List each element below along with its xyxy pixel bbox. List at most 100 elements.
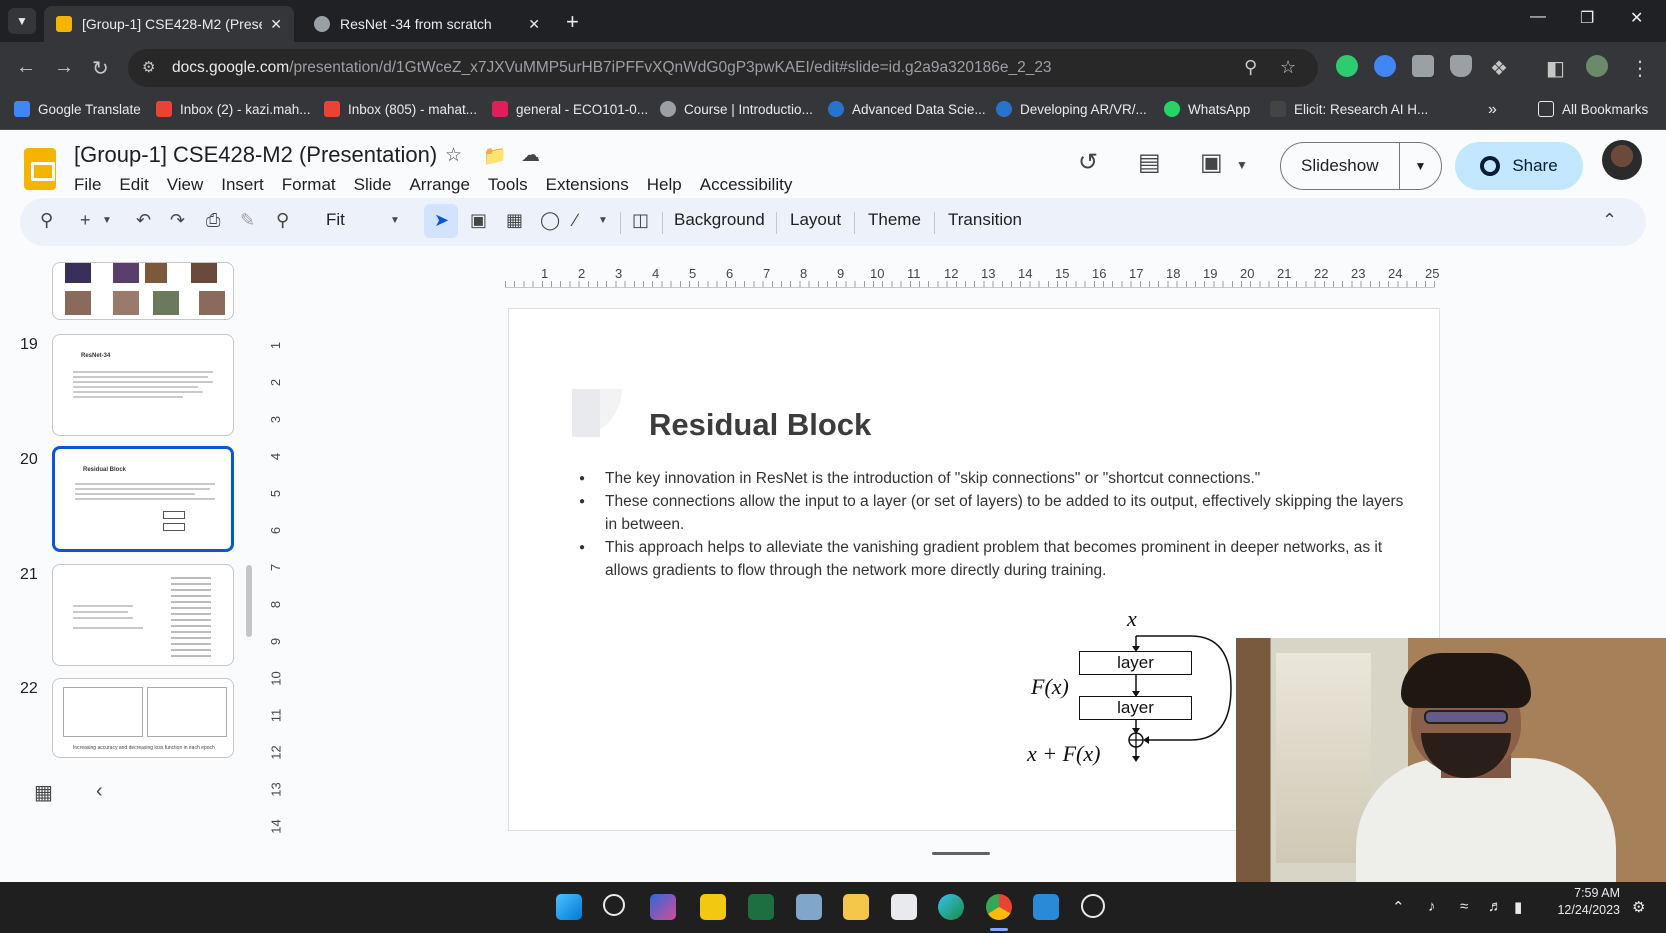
grammarly-icon[interactable] [1336,55,1358,77]
document-title[interactable]: [Group-1] CSE428-M2 (Presentation) [74,142,437,168]
forward-icon[interactable]: → [54,56,74,79]
collapse-toolbar-icon[interactable]: ⌃ [1602,210,1617,231]
close-window-icon[interactable]: ✕ [1630,8,1643,28]
slide-thumbnail-18[interactable] [52,262,234,320]
menu-kebab-icon[interactable]: ⋮ [1630,56,1650,81]
search-menus-icon[interactable]: ⚲ [40,210,53,231]
star-icon[interactable]: ☆ [445,144,462,167]
undo-icon[interactable]: ↶ [136,210,151,231]
bookmark-item[interactable]: general - ECO101-0... [492,101,648,117]
slideshow-button[interactable]: Slideshow ▼ [1280,142,1442,190]
avatar[interactable] [1602,140,1642,180]
cursor-select-icon[interactable]: ➤ [434,210,449,231]
layout-button[interactable]: Layout [790,210,841,230]
print-icon[interactable]: ⎙ [206,210,220,231]
bullet-list[interactable]: The key innovation in ResNet is the intr… [569,467,1409,582]
zoom-icon[interactable]: ⚲ [1244,57,1257,78]
menu-insert[interactable]: Insert [221,175,264,195]
extension-icon[interactable] [1412,55,1434,77]
slide-title[interactable]: Residual Block [649,407,871,443]
edge-icon[interactable] [938,894,964,920]
menu-edit[interactable]: Edit [119,175,148,195]
move-folder-icon[interactable]: 📁 [483,144,507,168]
system-clock[interactable]: 7:59 AM 12/24/2023 [1550,885,1620,919]
profile-avatar[interactable] [1586,55,1608,77]
add-comment-icon[interactable]: ◫ [632,210,649,231]
shape-icon[interactable]: ◯ [540,210,560,231]
chevron-down-icon[interactable]: ▼ [598,215,608,226]
slide-thumbnail-21[interactable] [52,564,234,666]
line-icon[interactable]: ∕ [574,210,577,231]
vscode-icon[interactable] [1033,894,1059,920]
volume-icon[interactable]: ♬ [1488,898,1503,915]
bookmark-item[interactable]: Course | Introductio... [660,101,813,117]
wifi-icon[interactable]: ≈ [1460,898,1468,915]
cloud-status-icon[interactable]: ☁ [521,144,540,167]
side-panel-icon[interactable]: ◧ [1546,56,1565,81]
filmstrip-scrollbar[interactable] [246,565,252,637]
bookmark-item[interactable]: Elicit: Research AI H... [1270,101,1428,117]
obs-icon[interactable] [1081,894,1105,918]
bookmark-item[interactable]: Developing AR/VR/... [996,101,1147,117]
reload-icon[interactable]: ↻ [92,56,109,81]
copilot-icon[interactable] [650,894,676,920]
zoom-icon[interactable]: ⚲ [276,210,289,231]
notifications-icon[interactable]: ⚙ [1632,898,1645,916]
start-icon[interactable] [556,894,582,920]
bookmark-item[interactable]: Google Translate [14,101,141,117]
transition-button[interactable]: Transition [948,210,1022,230]
store-icon[interactable] [891,894,917,920]
slide-thumbnail-20[interactable]: Residual Block [52,446,234,552]
meet-camera-icon[interactable]: ▣ [1200,148,1223,177]
image-icon[interactable]: ▦ [506,210,523,231]
bookmark-item[interactable]: Inbox (2) - kazi.mah... [156,101,311,117]
extension-icon[interactable] [1374,55,1396,77]
search-icon[interactable] [603,894,625,916]
tab-resnet[interactable]: ResNet -34 from scratch ✕ [302,6,552,42]
notes-drag-handle[interactable] [932,852,990,855]
slide-thumbnail-19[interactable]: ResNet-34 [52,334,234,436]
file-explorer-icon[interactable] [843,894,869,920]
new-slide-icon[interactable]: + [80,210,91,231]
chevron-down-icon[interactable]: ▼ [1400,159,1441,173]
restore-icon[interactable]: ❐ [1580,8,1594,28]
menu-help[interactable]: Help [647,175,682,195]
menu-arrange[interactable]: Arrange [409,175,469,195]
omnibox[interactable]: ⚙ docs.google.com/presentation/d/1GtWceZ… [128,49,1318,87]
close-icon[interactable]: ✕ [528,16,540,33]
tab-presentation[interactable]: [Group-1] CSE428-M2 (Presenta ✕ [44,6,294,42]
new-tab-button[interactable]: + [566,9,579,35]
slides-logo-icon[interactable] [24,148,56,190]
photos-icon[interactable] [796,894,822,920]
bookmark-item[interactable]: Advanced Data Scie... [828,101,986,117]
text-box-icon[interactable]: ▣ [470,210,487,231]
menu-view[interactable]: View [167,175,204,195]
battery-icon[interactable]: ▮ [1514,898,1522,916]
paint-format-icon[interactable]: ✎ [240,210,255,231]
theme-button[interactable]: Theme [868,210,921,230]
extensions-puzzle-icon[interactable]: ❖ [1490,56,1508,81]
bookmark-item[interactable]: WhatsApp [1164,101,1250,117]
redo-icon[interactable]: ↷ [170,210,185,231]
tray-chevron-icon[interactable]: ⌃ [1392,898,1405,916]
site-info-icon[interactable]: ⚙ [142,58,155,76]
microphone-icon[interactable]: ♪ [1428,898,1436,915]
close-icon[interactable]: ✕ [270,16,282,33]
star-icon[interactable]: ☆ [1280,57,1296,78]
chevron-down-icon[interactable]: ▼ [102,215,112,226]
slide-thumbnail-22[interactable]: Increasing accuracy and decreasing loss … [52,678,234,758]
collapse-filmstrip-icon[interactable]: ‹ [96,780,103,803]
share-button[interactable]: Share [1455,142,1583,190]
all-bookmarks-button[interactable]: All Bookmarks [1538,101,1648,117]
menu-accessibility[interactable]: Accessibility [700,175,793,195]
comments-icon[interactable]: ▤ [1138,148,1161,177]
history-icon[interactable]: ↺ [1078,148,1098,177]
menu-format[interactable]: Format [282,175,336,195]
back-icon[interactable]: ← [16,56,36,79]
shield-icon[interactable] [1450,55,1472,77]
chevron-down-icon[interactable]: ▼ [390,215,400,226]
tab-search-button[interactable]: ▼ [8,8,36,34]
bookmarks-overflow-button[interactable]: » [1488,101,1497,119]
background-button[interactable]: Background [674,210,765,230]
zoom-select[interactable]: Fit [326,210,345,230]
